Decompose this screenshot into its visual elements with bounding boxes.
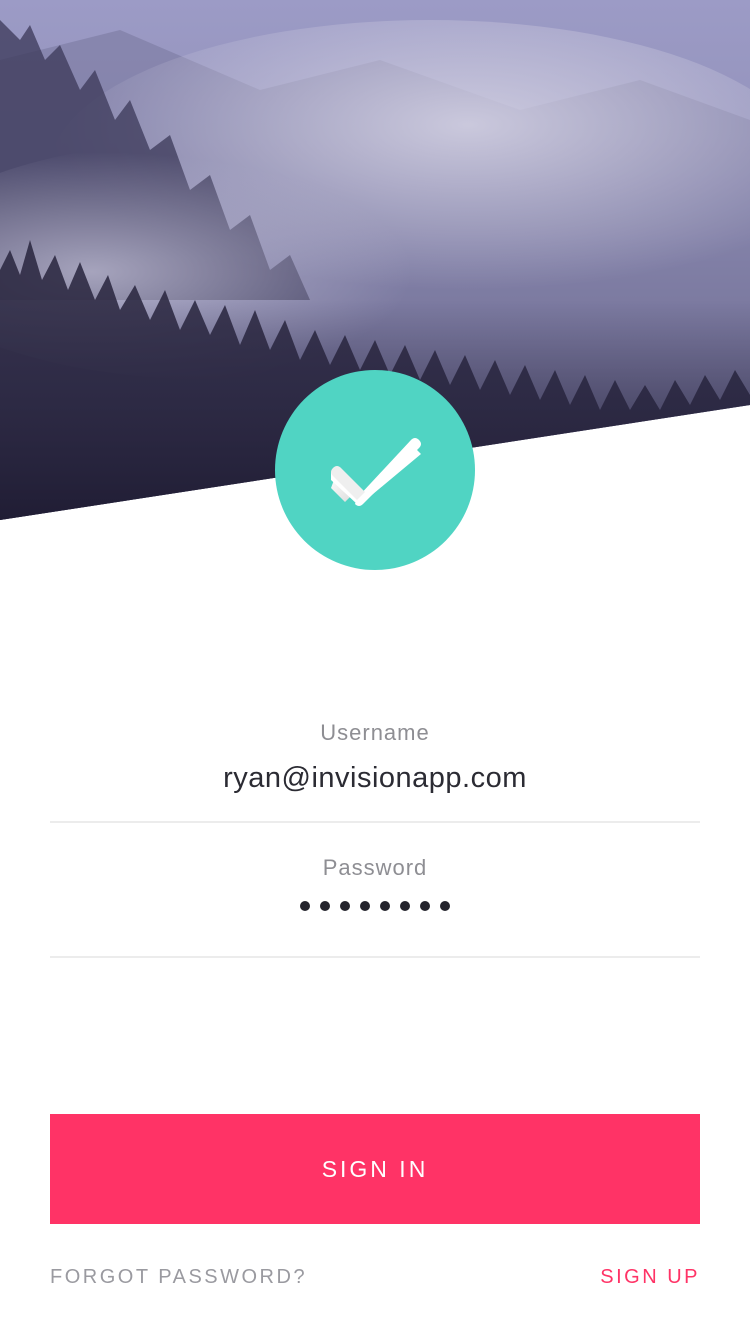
password-dot: [340, 901, 350, 911]
divider: [50, 821, 700, 823]
username-label: Username: [320, 720, 430, 745]
password-field[interactable]: Password: [50, 853, 700, 957]
password-dot: [300, 901, 310, 911]
password-dot: [400, 901, 410, 911]
password-dot: [440, 901, 450, 911]
password-dot: [360, 901, 370, 911]
divider: [50, 956, 700, 958]
login-screen: Username Password SIGN IN FORGOT PASSWOR…: [0, 0, 750, 1334]
password-dot: [320, 901, 330, 911]
sign-in-button[interactable]: SIGN IN: [50, 1114, 700, 1224]
sign-up-link[interactable]: SIGN UP: [600, 1264, 700, 1290]
password-label: Password: [322, 855, 428, 880]
password-input[interactable]: [50, 901, 700, 925]
checkmark-icon: [331, 438, 421, 506]
password-dot: [420, 901, 430, 911]
forgot-password-link[interactable]: FORGOT PASSWORD?: [50, 1264, 307, 1290]
password-dot: [380, 901, 390, 911]
username-field: Username: [50, 718, 700, 822]
logo-badge: [275, 370, 475, 570]
username-input[interactable]: [50, 758, 700, 798]
